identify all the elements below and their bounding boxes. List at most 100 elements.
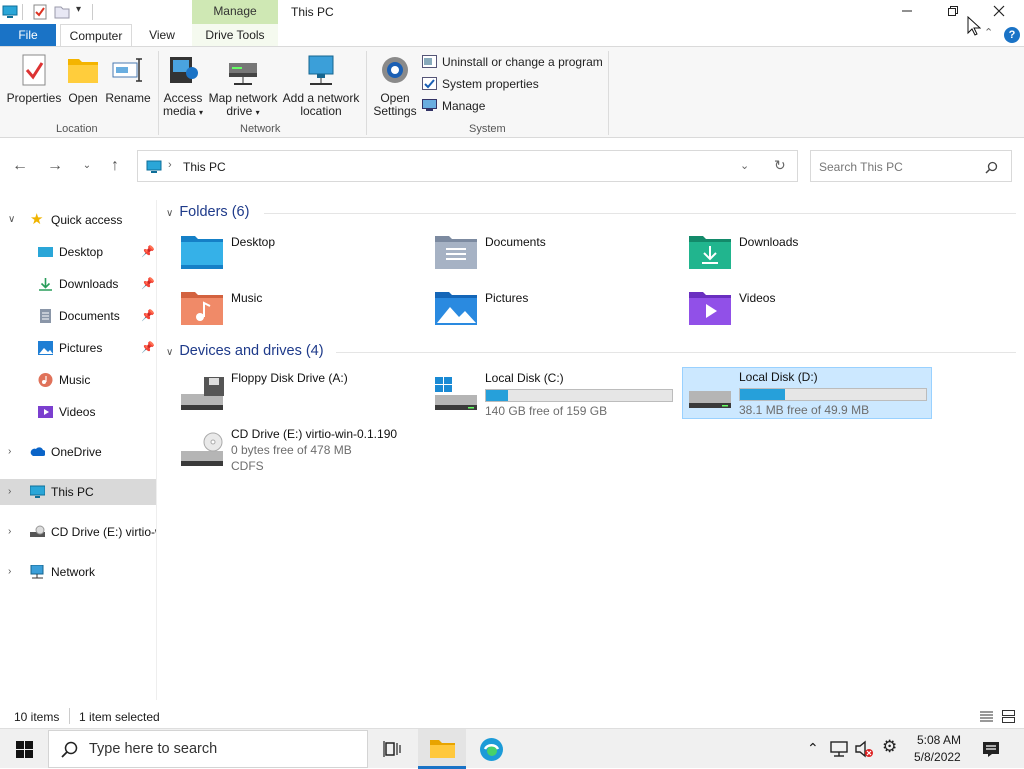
folder-documents[interactable]: Documents	[434, 232, 674, 280]
folder-videos[interactable]: Videos	[688, 288, 928, 336]
file-explorer-icon	[430, 740, 455, 758]
collapsed-chevron-icon[interactable]: ›	[8, 519, 11, 545]
drive-usage-fill	[740, 389, 785, 400]
address-bar[interactable]: › This PC ⌄ ↻	[137, 150, 798, 182]
nav-item-documents[interactable]: Documents 📌	[0, 303, 156, 329]
back-arrow-icon[interactable]: ←	[9, 156, 31, 176]
qat-customize-icon[interactable]: ▾	[76, 4, 81, 15]
nav-item-videos[interactable]: Videos	[0, 399, 156, 425]
tab-computer[interactable]: Computer	[60, 24, 132, 46]
nav-cd-drive[interactable]: › CD Drive (E:) virtio-w	[0, 519, 156, 545]
nav-label: CD Drive (E:) virtio-w	[51, 525, 156, 539]
collapsed-chevron-icon[interactable]: ›	[8, 439, 11, 465]
open-settings-button[interactable]: Open Settings	[372, 53, 418, 118]
taskbar-search-input[interactable]: Type here to search	[89, 741, 217, 757]
show-hidden-icons-chevron-icon[interactable]: ⌃	[807, 740, 819, 757]
drive-local-d[interactable]: Local Disk (D:) 38.1 MB free of 49.9 MB	[682, 367, 932, 419]
collapsed-chevron-icon[interactable]: ›	[8, 479, 11, 505]
address-dropdown-icon[interactable]: ⌄	[740, 159, 749, 172]
drive-icon	[689, 391, 731, 408]
refresh-icon[interactable]: ↻	[774, 157, 786, 174]
group-divider	[336, 352, 1016, 353]
folder-desktop[interactable]: Desktop	[180, 232, 420, 280]
recent-locations-chevron-icon[interactable]: ⌄	[76, 156, 98, 176]
nav-onedrive[interactable]: › OneDrive	[0, 439, 156, 465]
open-button[interactable]: Open	[64, 53, 102, 105]
minimize-button[interactable]	[884, 0, 930, 22]
uninstall-program-button[interactable]: Uninstall or change a program	[422, 53, 603, 71]
drive-local-c[interactable]: Local Disk (C:) 140 GB free of 159 GB	[434, 370, 682, 422]
onedrive-cloud-icon	[30, 447, 45, 456]
edge-browser-icon[interactable]	[479, 737, 504, 762]
map-network-drive-button[interactable]: Map network drive ▾	[206, 53, 280, 119]
nav-network[interactable]: › Network	[0, 559, 156, 585]
windows-start-icon[interactable]	[16, 741, 33, 758]
taskbar-file-explorer[interactable]	[418, 729, 466, 769]
tab-drive-tools[interactable]: Drive Tools	[192, 24, 278, 46]
folder-music[interactable]: Music	[180, 288, 420, 336]
drives-group-header[interactable]: ∨ Devices and drives (4)	[166, 343, 324, 359]
up-arrow-icon[interactable]: ↑	[104, 156, 126, 176]
pin-icon: 📌	[141, 342, 155, 354]
nav-this-pc[interactable]: › This PC	[0, 479, 156, 505]
this-pc-icon	[146, 160, 162, 173]
folders-group-header[interactable]: ∨ Folders (6)	[166, 204, 249, 220]
network-drive-icon	[229, 63, 257, 85]
folder-downloads[interactable]: Downloads	[688, 232, 928, 280]
search-box[interactable]: Search This PC	[810, 150, 1012, 182]
map-drive-label-2: drive	[226, 104, 253, 118]
ribbon-tabs: File Computer View Drive Tools ⌃ ?	[0, 24, 1024, 46]
breadcrumb-this-pc[interactable]: This PC	[183, 160, 226, 174]
task-view-icon[interactable]	[383, 740, 401, 758]
drive-cd-e[interactable]: CD Drive (E:) virtio-win-0.1.190 0 bytes…	[180, 426, 440, 506]
nav-item-desktop[interactable]: Desktop 📌	[0, 239, 156, 265]
drive-free-space: 140 GB free of 159 GB	[485, 404, 608, 418]
folder-pictures[interactable]: Pictures	[434, 288, 674, 336]
volume-muted-icon[interactable]	[855, 740, 873, 758]
desktop-folder-icon	[181, 236, 223, 269]
tab-file[interactable]: File	[0, 24, 56, 46]
clock-time[interactable]: 5:08 AM	[917, 733, 961, 747]
properties-qat-icon[interactable]	[32, 4, 48, 20]
access-media-button[interactable]: Access media ▾	[162, 53, 204, 119]
minimize-icon	[902, 10, 912, 12]
nav-item-downloads[interactable]: Downloads 📌	[0, 271, 156, 297]
network-status-icon[interactable]	[830, 740, 848, 758]
taskbar-search-box[interactable]: Type here to search	[48, 730, 368, 768]
expanded-chevron-icon[interactable]: ∨	[8, 207, 15, 233]
details-view-icon[interactable]	[980, 711, 993, 723]
mouse-cursor-icon	[967, 16, 981, 36]
navigation-pane: ∨ ★ Quick access Desktop 📌 Downloads 📌 D…	[0, 200, 157, 700]
qat-separator	[22, 4, 23, 20]
clock-date[interactable]: 5/8/2022	[914, 750, 961, 764]
programs-icon	[422, 55, 437, 68]
ribbon-collapse-icon[interactable]: ⌃	[984, 26, 993, 39]
nav-item-pictures[interactable]: Pictures 📌	[0, 335, 156, 361]
large-icons-view-icon[interactable]	[1002, 710, 1015, 723]
collapsed-chevron-icon[interactable]: ›	[8, 559, 11, 585]
nav-item-music[interactable]: Music	[0, 367, 156, 393]
add-network-location-button[interactable]: Add a network location	[282, 53, 360, 118]
new-folder-qat-icon[interactable]	[54, 4, 70, 20]
drive-floppy-a[interactable]: Floppy Disk Drive (A:)	[180, 370, 420, 422]
properties-button[interactable]: Properties	[6, 53, 62, 105]
notifications-icon[interactable]	[982, 740, 1000, 758]
help-icon[interactable]: ?	[1004, 27, 1020, 43]
close-button[interactable]	[976, 0, 1022, 22]
settings-gear-icon[interactable]: ⚙	[882, 737, 897, 757]
nav-quick-access[interactable]: ∨ ★ Quick access	[0, 207, 156, 233]
rename-button[interactable]: Rename	[104, 53, 152, 105]
network-icon	[30, 565, 44, 579]
tab-view[interactable]: View	[140, 24, 184, 46]
group-separator	[608, 51, 609, 135]
system-properties-button[interactable]: System properties	[422, 75, 539, 93]
add-location-label-2: location	[300, 104, 342, 118]
search-input[interactable]: Search This PC	[819, 160, 903, 174]
uninstall-label: Uninstall or change a program	[442, 55, 603, 69]
forward-arrow-icon[interactable]: →	[44, 156, 66, 176]
drive-name: Local Disk (D:)	[739, 370, 818, 384]
manage-button[interactable]: Manage	[422, 97, 485, 115]
nav-label: Documents	[59, 309, 120, 323]
folder-label: Documents	[485, 235, 546, 249]
manage-context-header[interactable]: Manage	[192, 0, 278, 24]
